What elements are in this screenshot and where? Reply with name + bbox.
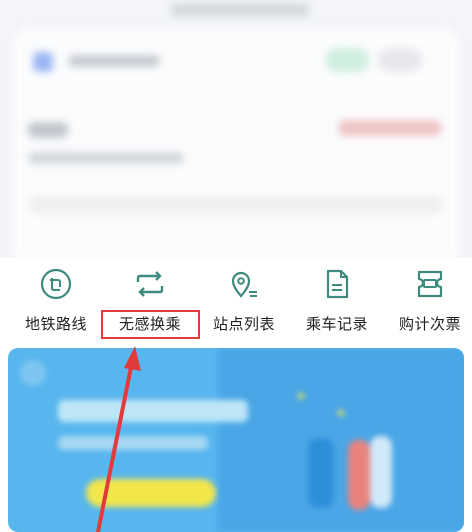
station-list-icon bbox=[231, 271, 257, 298]
metro-route-icon bbox=[40, 268, 72, 300]
banner-sparkle bbox=[298, 393, 304, 399]
nav-item-ride-record[interactable]: 乘车记录 bbox=[287, 258, 387, 340]
nav-item-metro-route[interactable]: 地铁路线 bbox=[6, 258, 106, 340]
quick-nav-row: 地铁路线 无感换乘 站点列表 乘车记录 购计次票 bbox=[0, 258, 472, 340]
blurred-gray-button bbox=[378, 48, 422, 72]
nav-label-ride-record: 乘车记录 bbox=[305, 315, 368, 333]
banner-cta-blur bbox=[86, 479, 216, 507]
nav-item-station-list[interactable]: 站点列表 bbox=[194, 258, 294, 340]
ticket-icon bbox=[417, 270, 443, 298]
promo-banner[interactable] bbox=[8, 348, 464, 532]
blurred-card-heading bbox=[28, 122, 68, 138]
banner-sparkle bbox=[338, 410, 344, 416]
ride-record-icon bbox=[326, 269, 349, 299]
blurred-header-area bbox=[0, 0, 472, 258]
banner-figure bbox=[348, 440, 370, 510]
blurred-red-badge bbox=[338, 120, 442, 136]
banner-figure bbox=[370, 436, 392, 508]
banner-bg-panel bbox=[218, 348, 464, 532]
blurred-title bbox=[170, 3, 310, 17]
blurred-card-icon bbox=[33, 52, 53, 72]
transfer-icon bbox=[136, 271, 164, 297]
blurred-card-subtext bbox=[28, 152, 184, 164]
nav-label-metro-route: 地铁路线 bbox=[24, 315, 87, 333]
blurred-green-button bbox=[325, 48, 369, 72]
blurred-banner-content bbox=[8, 348, 464, 532]
banner-title-blur bbox=[58, 400, 248, 422]
nav-label-ticket: 购计次票 bbox=[398, 315, 461, 333]
blurred-card-bar bbox=[28, 196, 444, 214]
blurred-card-text bbox=[68, 55, 160, 67]
banner-subtitle-blur bbox=[58, 436, 208, 450]
banner-logo bbox=[20, 360, 46, 386]
banner-figure bbox=[308, 438, 334, 508]
annotation-highlight-box bbox=[101, 310, 200, 339]
nav-item-ticket[interactable]: 购计次票 bbox=[380, 258, 472, 340]
nav-label-station-list: 站点列表 bbox=[212, 315, 275, 333]
